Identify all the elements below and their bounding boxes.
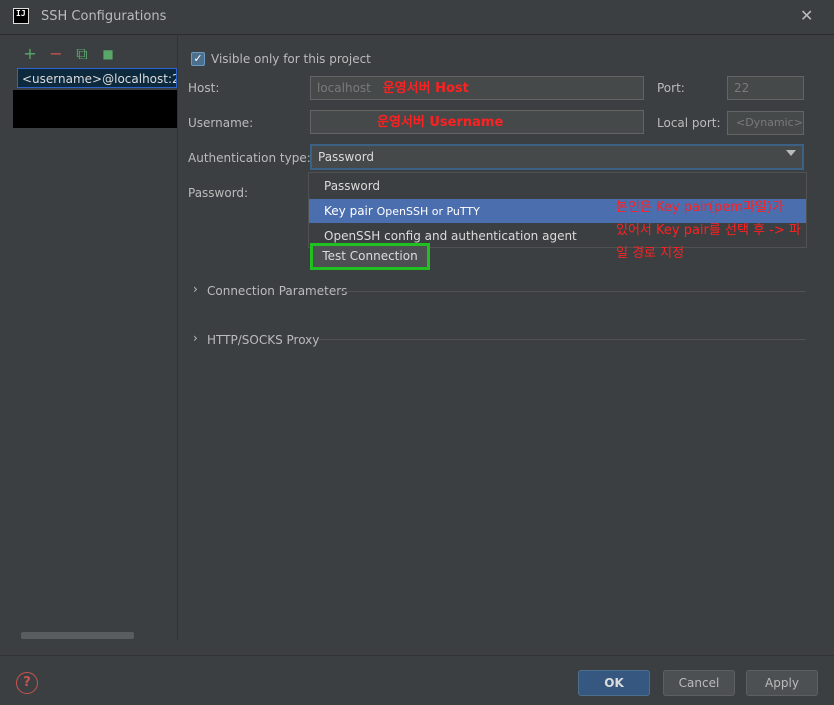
footer-divider — [0, 655, 834, 656]
http-socks-proxy-section[interactable]: HTTP/SOCKS Proxy — [207, 333, 319, 347]
intellij-app-icon: IJ — [13, 8, 29, 24]
add-icon[interactable]: + — [21, 45, 39, 63]
chevron-down-icon[interactable] — [786, 150, 796, 156]
host-annotation: 운영서버 Host — [382, 81, 469, 96]
note-line: 있어서 Key pair를 선택 후 -> 파 — [616, 223, 801, 238]
username-label: Username: — [188, 116, 254, 130]
auth-type-combobox[interactable]: Password — [310, 144, 804, 170]
local-port-label: Local port: — [657, 116, 721, 130]
host-label: Host: — [188, 81, 220, 95]
ssh-config-list-item[interactable]: <username>@localhost:22 p — [17, 68, 177, 88]
save-icon[interactable]: ■ — [99, 45, 117, 63]
auth-option-password[interactable]: Password — [309, 174, 806, 198]
copy-icon[interactable]: ⧉ — [73, 45, 91, 63]
note-line: 본인은 Key pair(pem파일)가 — [616, 200, 784, 215]
auth-option-label: Password — [324, 179, 381, 193]
connection-parameters-section[interactable]: Connection Parameters — [207, 284, 347, 298]
section-divider — [338, 291, 806, 292]
ok-button[interactable]: OK — [578, 670, 650, 696]
port-field[interactable]: 22 — [727, 76, 804, 100]
auth-type-label: Authentication type: — [188, 151, 311, 165]
apply-button[interactable]: Apply — [746, 670, 818, 696]
close-icon[interactable]: ✕ — [800, 6, 813, 25]
horizontal-scrollbar[interactable] — [21, 632, 134, 639]
chevron-right-icon[interactable]: › — [193, 282, 198, 296]
note-line: 일 경로 지정 — [616, 246, 685, 261]
host-field[interactable]: localhost 운영서버 Host — [310, 76, 644, 100]
local-port-field[interactable]: <Dynamic> — [727, 111, 804, 135]
test-connection-button[interactable]: Test Connection — [310, 243, 430, 270]
password-label: Password: — [188, 186, 249, 200]
username-field[interactable]: 운영서버 Username — [310, 110, 644, 134]
section-divider — [318, 339, 806, 340]
auth-option-label: Key pair — [324, 204, 377, 218]
ssh-config-label: <username>@localhost:22 — [22, 72, 177, 86]
cancel-button[interactable]: Cancel — [663, 670, 735, 696]
window-title: SSH Configurations — [41, 9, 167, 24]
chevron-right-icon[interactable]: › — [193, 331, 198, 345]
panel-divider — [177, 34, 178, 641]
port-label: Port: — [657, 81, 685, 95]
host-value: localhost — [317, 81, 371, 95]
help-icon[interactable]: ? — [16, 672, 38, 694]
redacted-area — [13, 90, 177, 128]
remove-icon[interactable]: − — [47, 45, 65, 63]
auth-option-label: OpenSSH config and authentication agent — [324, 229, 577, 243]
username-annotation: 운영서버 Username — [377, 115, 504, 130]
auth-option-sublabel: OpenSSH or PuTTY — [376, 205, 480, 218]
visible-only-checkbox[interactable]: ✓ — [191, 52, 205, 66]
visible-only-label: Visible only for this project — [211, 52, 371, 66]
